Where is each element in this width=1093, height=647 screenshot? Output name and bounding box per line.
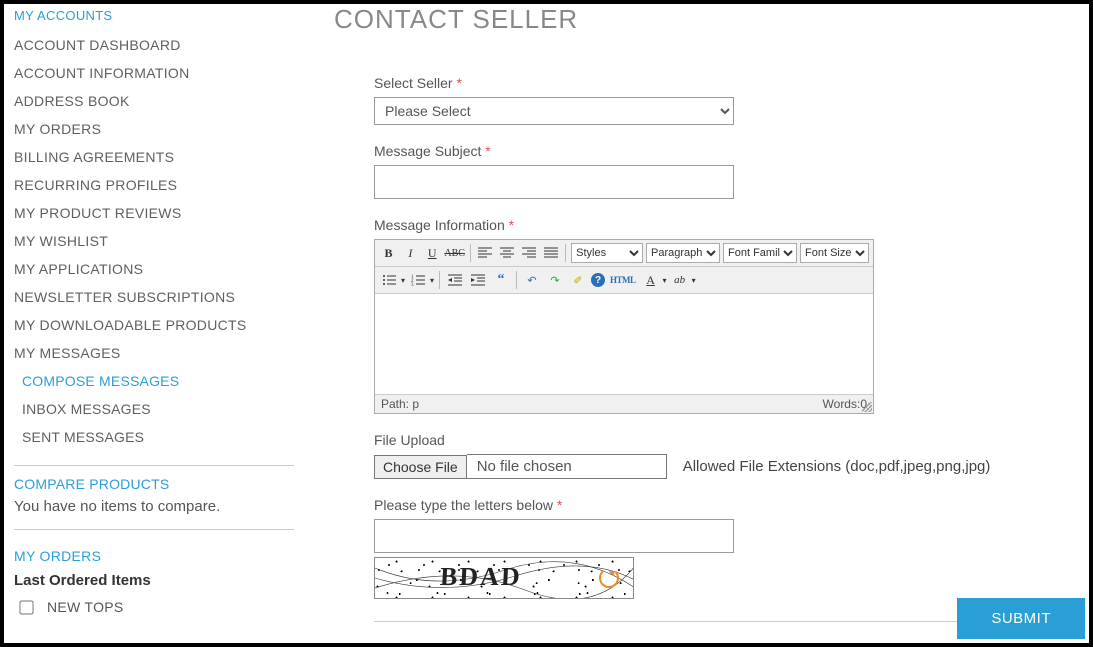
toolbar-separator [470, 244, 471, 262]
strikethrough-icon[interactable]: ABC [445, 243, 465, 263]
sidebar-subitem-compose[interactable]: COMPOSE MESSAGES [22, 367, 294, 395]
sidebar-item-dashboard[interactable]: ACCOUNT DASHBOARD [14, 31, 294, 59]
sidebar-item-account-info[interactable]: ACCOUNT INFORMATION [14, 59, 294, 87]
highlight-icon[interactable]: ab [670, 270, 690, 290]
underline-icon[interactable]: U [423, 243, 442, 263]
last-ordered-heading: Last Ordered Items [14, 568, 294, 599]
outdent-icon[interactable] [445, 270, 465, 290]
captcha-image: BDAD [374, 557, 634, 599]
file-extensions-hint: Allowed File Extensions (doc,pdf,jpeg,pn… [683, 458, 991, 475]
captcha-label: Please type the letters below * [374, 497, 1034, 513]
editor-path: Path: p [381, 397, 419, 411]
message-subject-label: Message Subject * [374, 143, 1034, 159]
highlight-dropdown-icon[interactable]: ▾ [692, 276, 696, 285]
rich-text-editor: B I U ABC [374, 239, 874, 414]
choose-file-button[interactable]: Choose File [374, 455, 467, 479]
svg-text:3: 3 [411, 283, 414, 286]
editor-toolbar-row-2: ▾ 123 ▾ “ ↶ [375, 267, 873, 294]
captcha-text: BDAD [439, 562, 522, 592]
file-upload-label: File Upload [374, 432, 1034, 448]
captcha-input[interactable] [374, 519, 734, 553]
html-source-button[interactable]: HTML [608, 270, 638, 290]
contact-seller-form: Select Seller * Please Select Message Su… [334, 75, 1034, 599]
divider [14, 529, 294, 530]
sidebar-item-wishlist[interactable]: MY WISHLIST [14, 227, 294, 255]
sidebar-item-billing-agreements[interactable]: BILLING AGREEMENTS [14, 143, 294, 171]
italic-icon[interactable]: I [401, 243, 420, 263]
sidebar-item-my-orders[interactable]: MY ORDERS [14, 115, 294, 143]
message-subject-input[interactable] [374, 165, 734, 199]
submit-button[interactable]: SUBMIT [957, 598, 1085, 639]
align-right-icon[interactable] [519, 243, 538, 263]
blockquote-icon[interactable]: “ [491, 270, 511, 290]
select-seller-label: Select Seller * [374, 75, 1034, 91]
editor-word-count: Words:0 [823, 397, 867, 411]
toolbar-separator [516, 271, 517, 289]
my-orders-heading: MY ORDERS [14, 548, 294, 568]
help-icon[interactable]: ? [591, 273, 605, 287]
field-message-info: Message Information * B I U ABC [374, 217, 1034, 414]
editor-statusbar: Path: p Words:0 [375, 394, 873, 413]
resize-grip-icon[interactable] [862, 402, 872, 412]
reload-icon[interactable] [599, 568, 619, 588]
sidebar-list: ACCOUNT DASHBOARD ACCOUNT INFORMATION AD… [14, 31, 294, 367]
field-message-subject: Message Subject * [374, 143, 1034, 199]
sidebar-heading: MY ACCOUNTS [14, 4, 294, 31]
sidebar-item-recurring-profiles[interactable]: RECURRING PROFILES [14, 171, 294, 199]
compare-products-heading: COMPARE PRODUCTS [14, 476, 294, 498]
redo-icon[interactable]: ↷ [545, 270, 565, 290]
sidebar-sublist: COMPOSE MESSAGES INBOX MESSAGES SENT MES… [14, 367, 294, 451]
bullet-list-icon[interactable] [379, 270, 399, 290]
sidebar-subitem-sent[interactable]: SENT MESSAGES [22, 423, 294, 451]
page-title: CONTACT SELLER [334, 4, 1069, 35]
clear-format-icon[interactable]: ✐ [568, 270, 588, 290]
toolbar-separator [439, 271, 440, 289]
undo-icon[interactable]: ↶ [522, 270, 542, 290]
align-justify-icon[interactable] [541, 243, 560, 263]
sidebar-subitem-inbox[interactable]: INBOX MESSAGES [22, 395, 294, 423]
order-item-label: NEW TOPS [47, 599, 124, 615]
order-item-checkbox[interactable] [19, 600, 33, 614]
numbered-list-icon[interactable]: 123 [408, 270, 428, 290]
sidebar-item-my-messages[interactable]: MY MESSAGES [14, 339, 294, 367]
sidebar-item-newsletter[interactable]: NEWSLETTER SUBSCRIPTIONS [14, 283, 294, 311]
file-chosen-text: No file chosen [467, 454, 667, 479]
message-info-label: Message Information * [374, 217, 1034, 233]
bold-icon[interactable]: B [379, 243, 398, 263]
account-sidebar: MY ACCOUNTS ACCOUNT DASHBOARD ACCOUNT IN… [4, 4, 304, 643]
select-seller-dropdown[interactable]: Please Select [374, 97, 734, 125]
divider [14, 465, 294, 466]
paragraph-select[interactable]: Paragraph [646, 243, 720, 263]
sidebar-item-address-book[interactable]: ADDRESS BOOK [14, 87, 294, 115]
field-captcha: Please type the letters below * BDAD [374, 497, 1034, 599]
editor-content-area[interactable] [375, 294, 873, 394]
field-file-upload: File Upload Choose File No file chosen A… [374, 432, 1034, 479]
styles-select[interactable]: Styles [571, 243, 643, 263]
align-center-icon[interactable] [498, 243, 517, 263]
font-size-select[interactable]: Font Size [800, 243, 869, 263]
last-ordered-item: NEW TOPS [14, 599, 294, 615]
align-left-icon[interactable] [476, 243, 495, 263]
sidebar-item-product-reviews[interactable]: MY PRODUCT REVIEWS [14, 199, 294, 227]
field-select-seller: Select Seller * Please Select [374, 75, 1034, 125]
text-color-dropdown-icon[interactable]: ▾ [663, 276, 667, 285]
indent-icon[interactable] [468, 270, 488, 290]
text-color-icon[interactable]: A [641, 270, 661, 290]
sidebar-item-downloadable[interactable]: MY DOWNLOADABLE PRODUCTS [14, 311, 294, 339]
bullet-list-dropdown-icon[interactable]: ▾ [401, 276, 405, 285]
font-family-select[interactable]: Font Family [723, 243, 797, 263]
compare-products-empty: You have no items to compare. [14, 498, 294, 515]
main-content: CONTACT SELLER Select Seller * Please Se… [304, 4, 1089, 643]
editor-toolbar-row-1: B I U ABC [375, 240, 873, 267]
toolbar-separator [565, 244, 566, 262]
numbered-list-dropdown-icon[interactable]: ▾ [430, 276, 434, 285]
sidebar-item-applications[interactable]: MY APPLICATIONS [14, 255, 294, 283]
divider [374, 621, 1034, 622]
